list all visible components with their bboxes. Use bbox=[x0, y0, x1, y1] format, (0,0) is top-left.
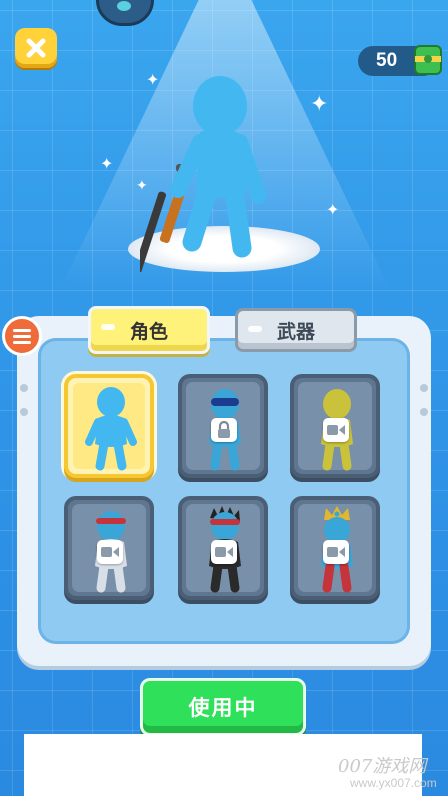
panel-rivet bbox=[20, 384, 28, 392]
watermark-url: www.yx007.com bbox=[350, 776, 437, 790]
panel-rivet bbox=[20, 408, 28, 416]
cash-bundle-icon bbox=[414, 45, 442, 75]
character-slot-spiky-hair-ninja[interactable] bbox=[178, 496, 268, 600]
close-button[interactable] bbox=[15, 28, 57, 68]
sparkle-icon: ✦ bbox=[326, 200, 340, 219]
character-slot-goggles-blue[interactable] bbox=[178, 374, 268, 478]
tab-weapons[interactable]: 武器 bbox=[235, 308, 357, 352]
character-slot-yellow-robot[interactable] bbox=[290, 374, 380, 478]
menu-button[interactable] bbox=[2, 316, 42, 356]
panel-rivet bbox=[420, 384, 428, 392]
character-figure bbox=[85, 387, 137, 471]
lock-icon bbox=[211, 418, 237, 442]
close-x-icon bbox=[26, 38, 46, 58]
watermark-brand: 007游戏网 bbox=[338, 756, 427, 777]
sparkle-icon: ✦ bbox=[100, 154, 114, 173]
panel-rivet bbox=[420, 408, 428, 416]
in-use-button[interactable]: 使用中 bbox=[140, 678, 306, 736]
character-slot-crowned-king[interactable] bbox=[290, 496, 380, 600]
hamburger-icon bbox=[13, 328, 31, 332]
video-ad-icon bbox=[323, 418, 349, 442]
currency-amount: 50 bbox=[376, 50, 398, 71]
selected-character-preview bbox=[140, 76, 266, 272]
in-use-label: 使用中 bbox=[188, 696, 258, 720]
video-ad-icon bbox=[211, 540, 237, 564]
tab-label: 角色 bbox=[129, 320, 168, 343]
video-ad-icon bbox=[97, 540, 123, 564]
character-slot-plain-blue[interactable] bbox=[64, 374, 154, 478]
tab-label: 武器 bbox=[276, 320, 315, 343]
character-slot-red-headband[interactable] bbox=[64, 496, 154, 600]
sparkle-icon: ✦ bbox=[310, 92, 329, 117]
tab-characters[interactable]: 角色 bbox=[88, 306, 210, 354]
currency-counter: 50 bbox=[358, 45, 442, 76]
video-ad-icon bbox=[323, 540, 349, 564]
